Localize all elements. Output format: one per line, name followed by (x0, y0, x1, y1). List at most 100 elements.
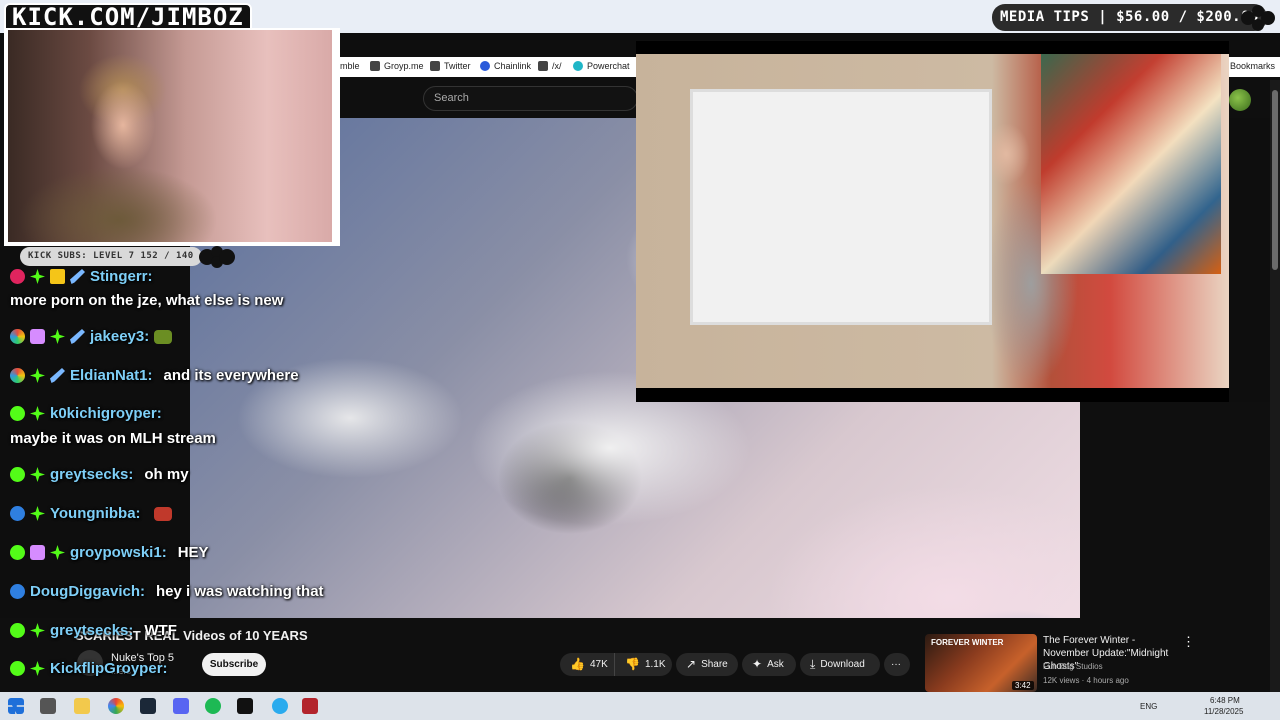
search-input[interactable]: Search (423, 86, 638, 111)
sidebar-panel (1080, 402, 1270, 618)
kick-badge-icon (10, 661, 25, 676)
chat-message: DougDiggavich: hey i was watching that (10, 583, 324, 600)
avatar[interactable] (1229, 89, 1251, 111)
chat-text: more porn on the jze, what else is new (10, 292, 284, 309)
share-icon: ↗ (686, 657, 697, 671)
gift-badge-icon (30, 368, 45, 383)
kick-badge-icon (10, 623, 25, 638)
chat-username[interactable]: greytsecks: (50, 622, 133, 639)
x-icon (430, 61, 440, 71)
ask-button[interactable]: ✦ Ask (742, 653, 796, 676)
webcam-feed (8, 30, 332, 242)
chat-message: KickflipGroyper: (10, 660, 168, 677)
folder-icon[interactable] (74, 698, 90, 714)
subscribe-button[interactable]: Subscribe (202, 653, 266, 676)
scrollbar-thumb[interactable] (1272, 90, 1278, 270)
chat-text: maybe it was on MLH stream (10, 430, 216, 447)
clock-time[interactable]: 6:48 PM (1210, 696, 1240, 705)
video-duration: 3:42 (1012, 681, 1034, 690)
task-view-icon[interactable] (40, 698, 56, 714)
telegram-icon[interactable] (272, 698, 288, 714)
clover-logo-icon (199, 246, 235, 268)
download-button[interactable]: ⤓ Download (800, 653, 880, 676)
recommended-channel-name[interactable]: Fun Dog Studios (1043, 662, 1103, 671)
gift-badge-icon (30, 467, 45, 482)
chat-message: k0kichigroyper: (10, 405, 162, 422)
badge-icon (10, 269, 25, 284)
painting-image (1041, 54, 1221, 274)
badge-icon (10, 368, 25, 383)
chat-message: greytsecks: WTF (10, 622, 177, 639)
whiteboard-image (690, 89, 992, 325)
kick-badge-icon (10, 406, 25, 421)
sword-badge-icon (70, 269, 85, 284)
chat-message: Stingerr: (10, 268, 153, 285)
chat-message: more porn on the jze, what else is new (10, 292, 283, 309)
more-actions-button[interactable]: ··· (884, 653, 910, 676)
bookmarks-folder[interactable]: Bookmarks (1230, 61, 1275, 71)
chat-message: greytsecks: oh my (10, 466, 189, 483)
like-count: 47K (589, 659, 608, 670)
powerchat-icon (573, 61, 583, 71)
sword-badge-icon (70, 329, 85, 344)
bookmark-item[interactable]: /x/ (538, 61, 562, 71)
download-icon: ⤓ (810, 657, 816, 671)
gift-badge-icon (30, 661, 45, 676)
crown-badge-icon (50, 269, 65, 284)
chat-message: groypowski1: HEY (10, 544, 209, 561)
clover-logo-icon (1241, 5, 1275, 31)
thumbs-up-icon: 👍 (570, 657, 585, 671)
discord-icon[interactable] (173, 698, 189, 714)
chat-text: oh my (144, 466, 189, 483)
clover-icon (538, 61, 548, 71)
chat-message: maybe it was on MLH stream (10, 430, 216, 447)
gift-badge-icon (30, 623, 45, 638)
chat-username[interactable]: Stingerr: (90, 268, 153, 285)
thumbnail-text: FOREVER WINTER (931, 638, 1004, 647)
bookmark-item[interactable]: mble (340, 61, 360, 71)
bookmark-item[interactable]: Twitter (430, 61, 471, 71)
kick-badge-icon (10, 467, 25, 482)
sparkle-icon: ✦ (752, 657, 763, 671)
chat-text: WTF (144, 622, 177, 639)
dislike-count: 1.1K (644, 659, 666, 670)
bookmark-item[interactable]: Chainlink (480, 61, 531, 71)
groyp-icon (370, 61, 380, 71)
steam-icon[interactable] (140, 698, 156, 714)
sub-badge-icon (30, 545, 45, 560)
like-button[interactable]: 👍 47K (560, 653, 614, 676)
kick-subs-counter: KICK SUBS: LEVEL 7 152 / 140 (20, 247, 202, 266)
chat-username[interactable]: groypowski1: (70, 544, 167, 561)
badge-icon (10, 584, 25, 599)
gift-badge-icon (30, 269, 45, 284)
share-button[interactable]: ↗ Share (676, 653, 738, 676)
chat-message: Youngnibba: (10, 505, 172, 522)
emote-icon (153, 506, 172, 521)
chrome-icon[interactable] (108, 698, 124, 714)
chat-username[interactable]: EldianNat1: (70, 367, 153, 384)
more-options-icon[interactable]: ⋮ (1182, 634, 1195, 650)
taskbar (0, 692, 1280, 720)
chat-username[interactable]: greytsecks: (50, 466, 133, 483)
bookmark-item[interactable]: Groyp.me (370, 61, 424, 71)
chat-text: HEY (177, 544, 209, 561)
dislike-button[interactable]: 👎 1.1K (614, 653, 672, 676)
obs-icon[interactable] (302, 698, 318, 714)
chat-username[interactable]: jakeey3: (90, 328, 149, 345)
bookmark-item[interactable]: Powerchat (573, 61, 630, 71)
language-indicator[interactable]: ENG (1140, 702, 1157, 711)
chat-username[interactable]: k0kichigroyper: (50, 405, 162, 422)
gift-badge-icon (50, 545, 65, 560)
chat-username[interactable]: Youngnibba: (50, 505, 141, 522)
clock-date[interactable]: 11/28/2025 (1204, 707, 1243, 716)
chat-username[interactable]: KickflipGroyper: (50, 660, 168, 677)
chat-text: and its everywhere (163, 367, 299, 384)
sub-badge-icon (30, 329, 45, 344)
app-icon[interactable] (237, 698, 253, 714)
chainlink-icon (480, 61, 490, 71)
kick-badge-icon (10, 545, 25, 560)
recommended-video-meta: 12K views · 4 hours ago (1043, 676, 1129, 685)
spotify-icon[interactable] (205, 698, 221, 714)
chat-username[interactable]: DougDiggavich: (30, 583, 145, 600)
sword-badge-icon (50, 368, 65, 383)
